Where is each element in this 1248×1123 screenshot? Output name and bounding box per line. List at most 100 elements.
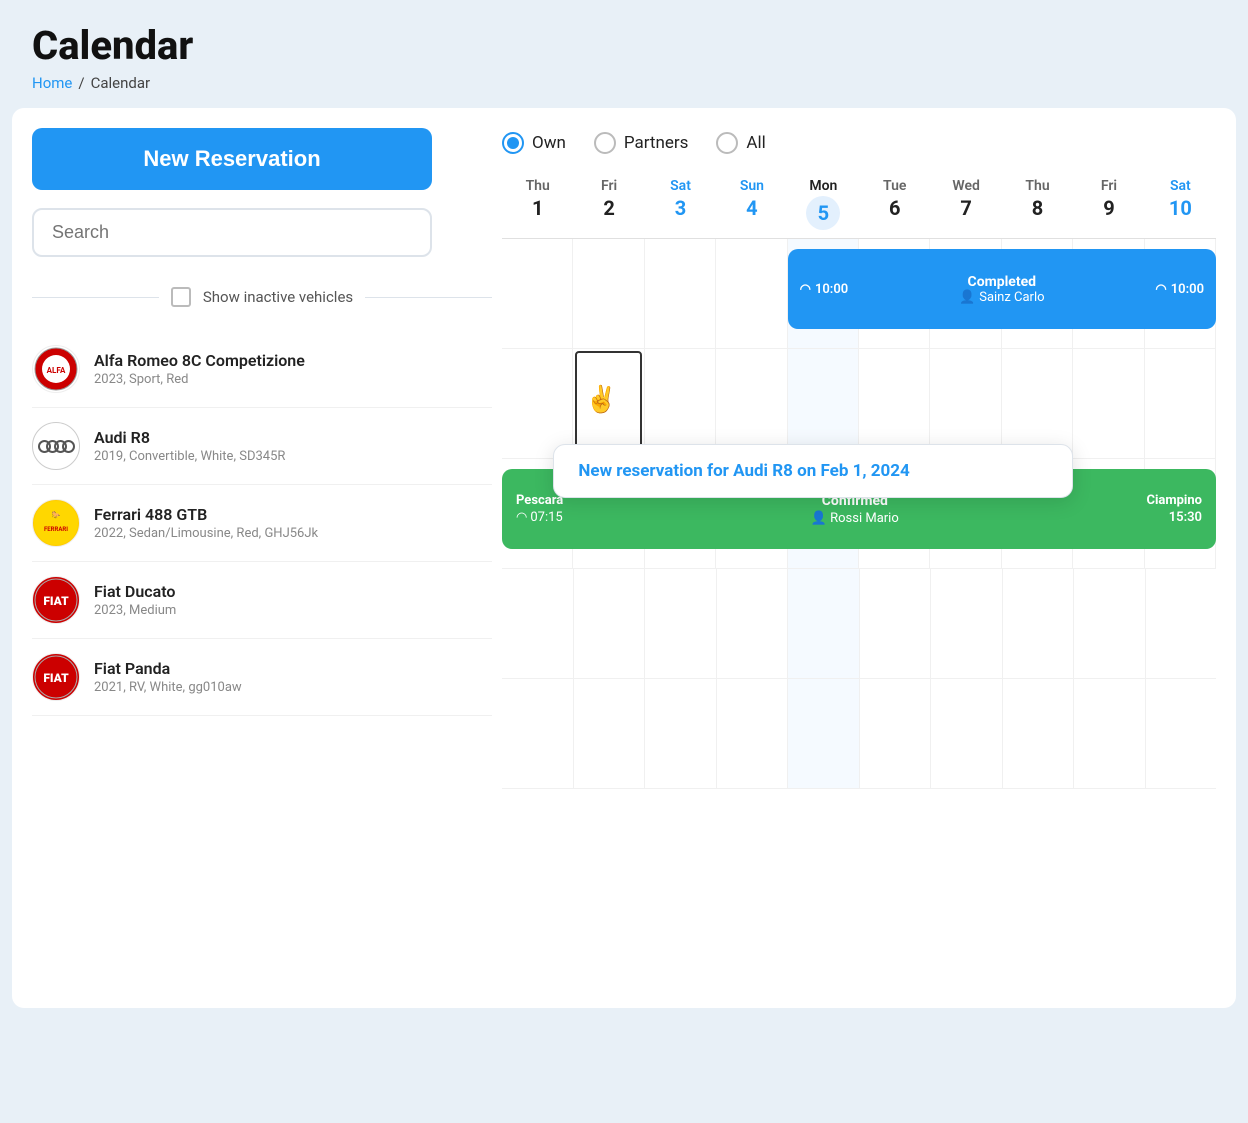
cal-cell[interactable] [1074,569,1146,678]
cal-row-ducato [502,569,1216,679]
filter-own[interactable]: Own [502,132,566,154]
cal-cell[interactable] [1003,679,1075,788]
cal-cell[interactable] [860,679,932,788]
cal-cell[interactable] [1146,679,1217,788]
cal-day-wed7: Wed 7 [930,172,1001,238]
cal-cell[interactable] [1074,679,1146,788]
vehicle-item[interactable]: ALFA Alfa Romeo 8C Competizione 2023, Sp… [32,331,492,408]
cal-day-num: 1 [502,196,573,220]
cal-cell[interactable] [645,239,716,348]
filter-own-label: Own [532,133,566,153]
vehicle-name: Fiat Ducato [94,582,176,601]
cal-cell[interactable] [859,349,930,458]
cal-cell[interactable] [930,349,1001,458]
page-title: Calendar [32,24,1216,68]
filter-all-label: All [746,133,765,153]
cal-day-tue6: Tue 6 [859,172,930,238]
svg-text:🐎: 🐎 [52,510,61,519]
cal-day-thu1: Thu 1 [502,172,573,238]
cal-cell[interactable] [502,349,573,458]
filter-all[interactable]: All [716,132,765,154]
cal-day-sat10: Sat 10 [1145,172,1216,238]
ferrari-logo: 🐎 FERRARI [32,499,80,547]
radio-own [502,132,524,154]
breadcrumb-current: Calendar [91,74,151,92]
breadcrumb-home[interactable]: Home [32,74,72,92]
radio-all [716,132,738,154]
vehicle-info: Audi R8 2019, Convertible, White, SD345R [94,428,285,464]
cal-cell[interactable] [717,569,789,678]
cal-day-num: 9 [1073,196,1144,220]
search-input[interactable] [32,208,432,257]
breadcrumb-separator: / [78,74,84,92]
person-icon2: 👤 [811,511,827,526]
cal-cell[interactable] [788,349,859,458]
cal-cell[interactable] [645,349,716,458]
cal-row-alfa: ◠ 10:00 Completed 👤 Sainz Carlo ◠ [502,239,1216,349]
cal-cell[interactable] [931,569,1003,678]
steering-wheel-icon-end: ◠ [1155,282,1166,297]
cal-day-name: Thu [502,178,573,194]
cal-cell[interactable] [1003,569,1075,678]
event-end-time: 15:30 [1169,510,1202,525]
cal-day-name: Fri [573,178,644,194]
main-card: New Reservation Show inactive vehicles A… [12,108,1236,1008]
cal-row-panda [502,679,1216,789]
left-panel: New Reservation Show inactive vehicles A… [32,128,492,716]
vehicle-details: 2019, Convertible, White, SD345R [94,449,285,464]
cal-day-num: 5 [806,196,840,230]
cal-cell[interactable] [502,569,574,678]
vehicle-item[interactable]: 🐎 FERRARI Ferrari 488 GTB 2022, Sedan/Li… [32,485,492,562]
cal-day-num: 2 [573,196,644,220]
cal-cell[interactable] [573,239,644,348]
vehicle-item[interactable]: Audi R8 2019, Convertible, White, SD345R [32,408,492,485]
cal-cell[interactable] [502,239,573,348]
vehicle-name: Audi R8 [94,428,285,447]
cal-cell[interactable] [645,569,717,678]
cal-day-sun4: Sun 4 [716,172,787,238]
cal-cell[interactable] [574,569,646,678]
svg-text:ALFA: ALFA [47,366,66,375]
alfa-event[interactable]: ◠ 10:00 Completed 👤 Sainz Carlo ◠ [788,249,1216,329]
cal-cell[interactable] [716,239,787,348]
alfa-logo: ALFA [32,345,80,393]
vehicle-list: ALFA Alfa Romeo 8C Competizione 2023, Sp… [32,331,492,716]
fiat-panda-logo: FIAT [32,653,80,701]
breadcrumb: Home / Calendar [32,74,1216,92]
show-inactive-checkbox[interactable] [171,287,191,307]
cal-day-num: 8 [1002,196,1073,220]
vehicle-item[interactable]: FIAT Fiat Ducato 2023, Medium [32,562,492,639]
vehicle-details: 2021, RV, White, gg010aw [94,680,242,695]
radio-partners [594,132,616,154]
calendar-body: ◠ 10:00 Completed 👤 Sainz Carlo ◠ [502,239,1216,789]
event-time-end: 10:00 [1171,282,1204,297]
vehicle-item[interactable]: FIAT Fiat Panda 2021, RV, White, gg010aw [32,639,492,716]
steering-icon: ◠ [516,510,527,525]
cal-cell[interactable] [931,679,1003,788]
cal-cell[interactable] [1145,349,1216,458]
cal-cell[interactable] [645,679,717,788]
cal-day-name: Sat [1145,178,1216,194]
audi-logo [32,422,80,470]
cal-cell[interactable] [717,679,789,788]
cal-day-name: Fri [1073,178,1144,194]
vehicle-details: 2023, Sport, Red [94,372,305,387]
cal-cell[interactable] [573,349,644,458]
cal-cell[interactable] [1073,349,1144,458]
cal-cell[interactable] [716,349,787,458]
cal-cell[interactable] [788,569,860,678]
cal-day-thu8: Thu 8 [1002,172,1073,238]
filter-partners[interactable]: Partners [594,132,689,154]
vehicle-info: Ferrari 488 GTB 2022, Sedan/Limousine, R… [94,505,318,541]
new-reservation-button[interactable]: New Reservation [32,128,432,190]
show-inactive-row: Show inactive vehicles [32,287,492,307]
cal-cell[interactable] [860,569,932,678]
cal-cell[interactable] [1146,569,1217,678]
cal-day-num: 3 [645,196,716,220]
cal-cell[interactable] [788,679,860,788]
right-panel: Own Partners All Thu 1 Fri 2 Sat [502,128,1216,789]
filter-row: Own Partners All [502,132,1216,154]
cal-cell[interactable] [574,679,646,788]
cal-cell[interactable] [502,679,574,788]
cal-cell[interactable] [1002,349,1073,458]
